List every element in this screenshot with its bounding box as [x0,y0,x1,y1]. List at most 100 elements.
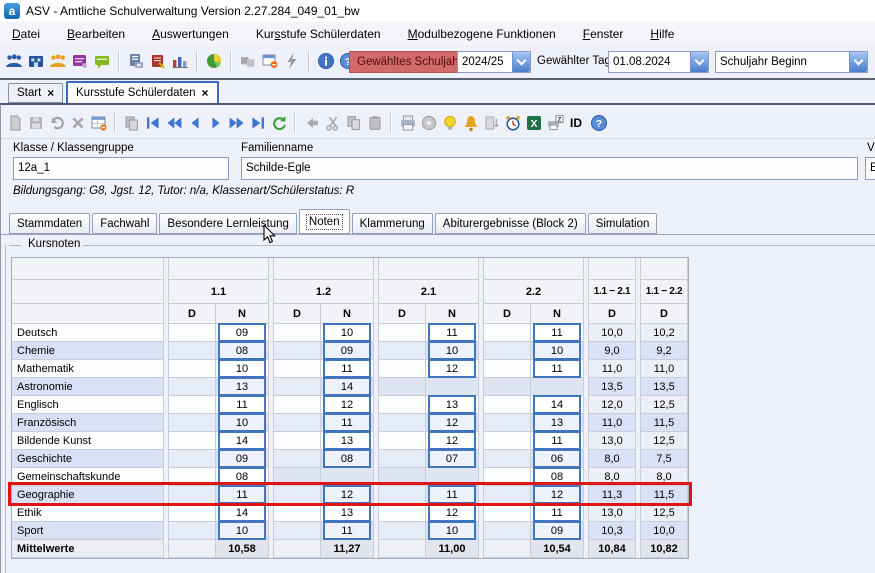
d-grade-cell[interactable] [274,432,321,450]
d-grade-cell[interactable] [169,396,216,414]
info-icon[interactable] [316,51,336,71]
subtab-klammerung[interactable]: Klammerung [352,213,433,234]
schoolyear-combobox[interactable]: 2024/25 [457,51,531,73]
d-grade-cell[interactable] [169,432,216,450]
menu-item-kursstufe-schülerdaten[interactable]: Kursstufe Schülerdaten [256,27,381,46]
d-grade-cell[interactable] [484,450,531,468]
d-grade-cell[interactable] [274,522,321,540]
d-grade-cell[interactable] [169,522,216,540]
chevron-down-icon[interactable] [512,52,530,72]
subtab-stammdaten[interactable]: Stammdaten [9,213,90,234]
print-preview-icon[interactable]: Z [545,113,564,132]
grade-input[interactable]: 09 [533,521,581,540]
tab-close-icon[interactable]: × [47,86,54,100]
grade-input[interactable]: 11 [218,395,266,414]
grade-input[interactable]: 10 [323,323,371,342]
pie-chart-icon[interactable] [204,51,224,71]
subtab-noten[interactable]: Noten [299,209,350,234]
modules-icon[interactable] [238,51,258,71]
d-grade-cell[interactable] [379,450,426,468]
d-grade-cell[interactable] [379,486,426,504]
grade-input[interactable]: 11 [323,359,371,378]
undo-icon[interactable] [47,113,66,132]
notice-board-icon[interactable] [92,51,112,71]
d-grade-cell[interactable] [379,504,426,522]
grade-input[interactable]: 13 [218,377,266,396]
sort-icon[interactable] [482,113,501,132]
subtab-besondere-lernleistung[interactable]: Besondere Lernleistung [159,213,296,234]
chevron-down-icon[interactable] [849,52,867,72]
tab-start[interactable]: Start× [8,83,63,103]
statistics-icon[interactable] [170,51,190,71]
grade-input[interactable]: 12 [323,395,371,414]
d-grade-cell[interactable] [169,360,216,378]
d-grade-cell[interactable] [169,324,216,342]
chevron-down-icon[interactable] [690,52,708,72]
grade-input[interactable]: 11 [323,413,371,432]
d-grade-cell[interactable] [484,486,531,504]
d-grade-cell[interactable] [169,414,216,432]
grade-input[interactable]: 09 [218,323,266,342]
students-icon[interactable] [4,51,24,71]
d-grade-cell[interactable] [169,342,216,360]
nav-first-icon[interactable] [143,113,162,132]
d-grade-cell[interactable] [379,360,426,378]
report-print-icon[interactable] [126,51,146,71]
nav-next-fast-icon[interactable] [227,113,246,132]
tab-kursstufe-schülerdaten[interactable]: Kursstufe Schülerdaten× [66,81,219,103]
subtab-fachwahl[interactable]: Fachwahl [92,213,157,234]
menu-item-auswertungen[interactable]: Auswertungen [152,27,229,46]
grade-input[interactable]: 12 [428,359,476,378]
save-icon[interactable] [26,113,45,132]
d-grade-cell[interactable] [484,468,531,486]
grade-input[interactable]: 14 [533,395,581,414]
grade-input[interactable]: 11 [428,323,476,342]
d-grade-cell[interactable] [379,432,426,450]
d-grade-cell[interactable] [484,504,531,522]
grade-input[interactable]: 10 [218,413,266,432]
d-grade-cell[interactable] [274,378,321,396]
d-grade-cell[interactable] [274,414,321,432]
tip-icon[interactable] [440,113,459,132]
copy-record-icon[interactable] [122,113,141,132]
vorname-field[interactable]: E [865,157,875,180]
edit-table-icon[interactable] [89,113,108,132]
grade-input[interactable]: 10 [428,341,476,360]
grade-input[interactable]: 14 [218,503,266,522]
grade-input[interactable]: 08 [218,467,266,486]
cut-icon[interactable] [323,113,342,132]
nav-prev-fast-icon[interactable] [164,113,183,132]
d-grade-cell[interactable] [484,396,531,414]
nav-next-icon[interactable] [206,113,225,132]
grade-input[interactable]: 12 [323,485,371,504]
grade-book-icon[interactable] [148,51,168,71]
grade-input[interactable]: 11 [533,431,581,450]
d-grade-cell[interactable] [484,522,531,540]
d-grade-cell[interactable] [379,522,426,540]
grade-input[interactable]: 11 [323,521,371,540]
d-grade-cell[interactable] [169,378,216,396]
grade-input[interactable]: 08 [533,467,581,486]
d-grade-cell[interactable] [484,360,531,378]
d-grade-cell[interactable] [274,396,321,414]
grade-input[interactable]: 13 [533,413,581,432]
nav-last-icon[interactable] [248,113,267,132]
grade-input[interactable]: 11 [533,359,581,378]
d-grade-cell[interactable] [274,360,321,378]
grade-input[interactable]: 14 [218,431,266,450]
delete-icon[interactable] [68,113,87,132]
copy-icon[interactable] [344,113,363,132]
nav-prev-icon[interactable] [185,113,204,132]
grade-input[interactable]: 12 [428,503,476,522]
d-grade-cell[interactable] [169,450,216,468]
grade-input[interactable]: 12 [428,413,476,432]
d-grade-cell[interactable] [379,414,426,432]
d-grade-cell[interactable] [274,486,321,504]
menu-item-bearbeiten[interactable]: Bearbeiten [67,27,125,46]
grade-input[interactable]: 10 [218,359,266,378]
class-register-icon[interactable] [70,51,90,71]
grade-input[interactable]: 11 [218,485,266,504]
menu-item-modulbezogene-funktionen[interactable]: Modulbezogene Funktionen [408,27,556,46]
menu-item-fenster[interactable]: Fenster [583,27,624,46]
d-grade-cell[interactable] [274,342,321,360]
